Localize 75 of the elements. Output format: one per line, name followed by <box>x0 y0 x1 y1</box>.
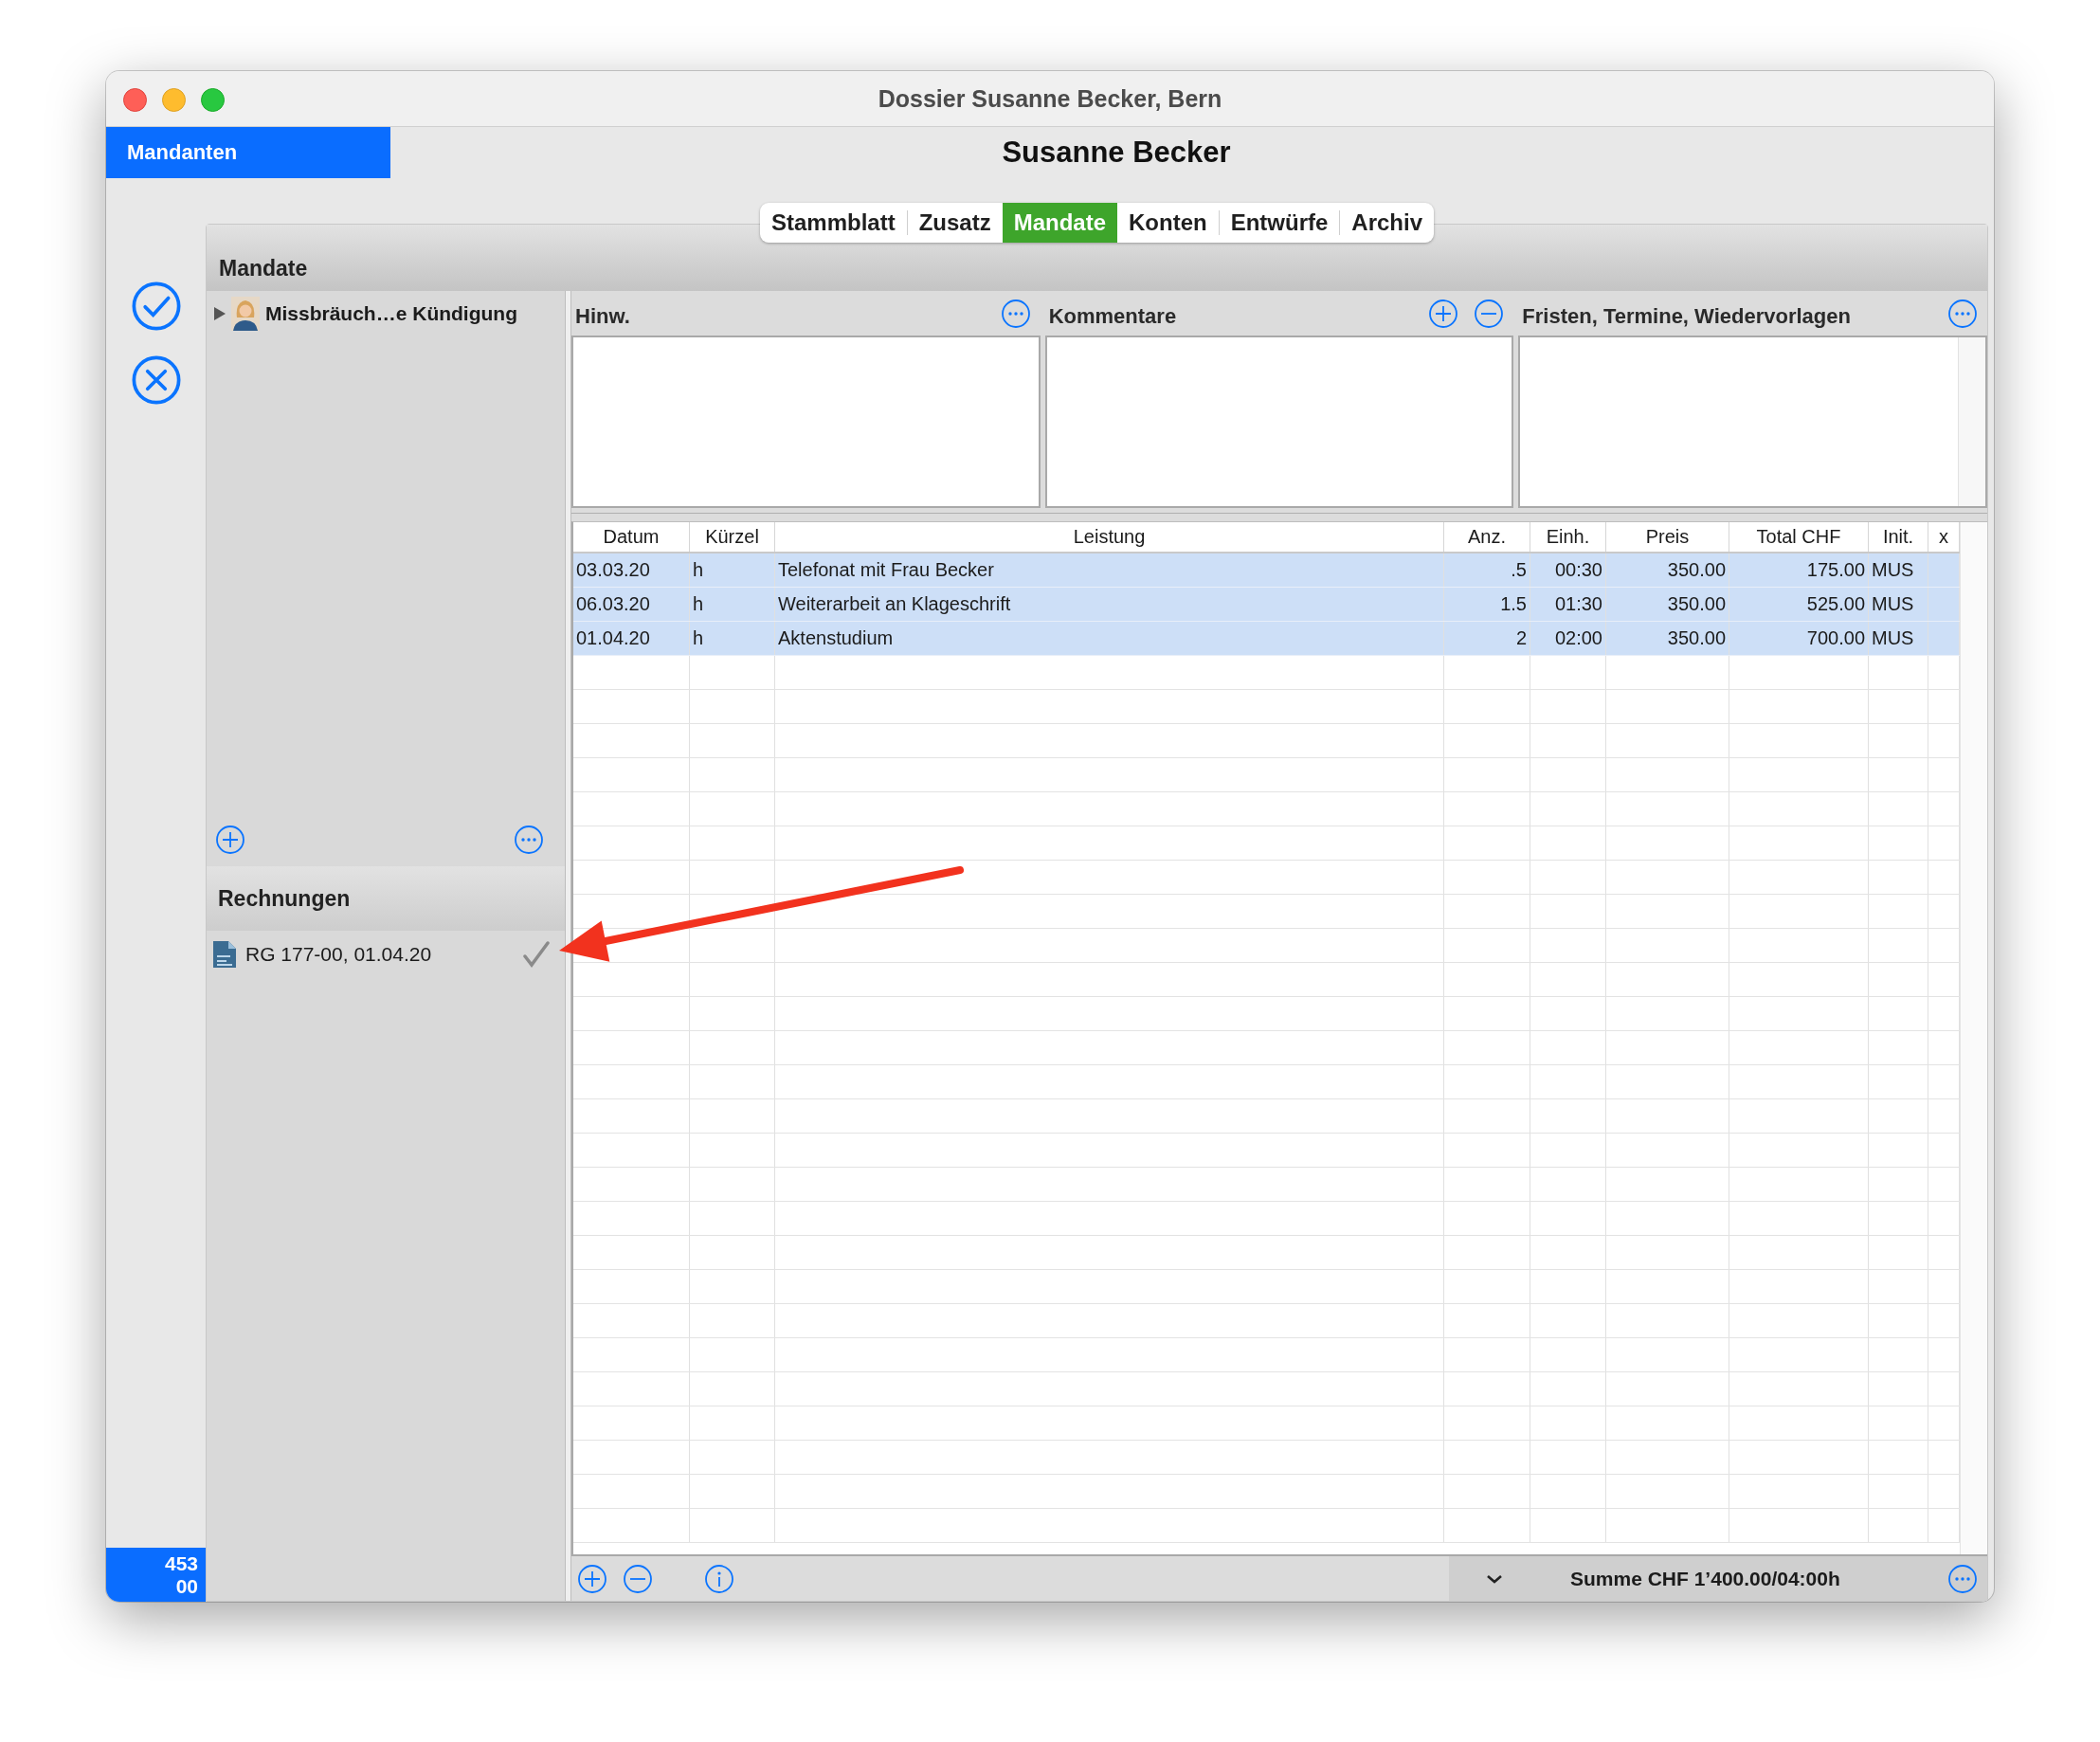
table-cell: 01:30 <box>1554 593 1602 614</box>
avatar-icon <box>231 297 260 331</box>
table-cell: Weiterarbeit an Klageschrift <box>778 593 1011 614</box>
table-cell: Aktenstudium <box>778 627 894 648</box>
notes-title: Fristen, Termine, Wiedervorlagen <box>1522 302 1851 329</box>
tab[interactable]: Konten <box>1117 203 1219 243</box>
table-cell: Telefonat mit Frau Becker <box>778 559 994 580</box>
table-cell: 00:30 <box>1554 559 1602 580</box>
column-header[interactable]: Preis <box>1606 522 1729 552</box>
nav-button[interactable]: Mandanten <box>106 127 390 178</box>
add-icon[interactable] <box>577 1563 607 1594</box>
column-header[interactable]: Datum <box>573 522 690 552</box>
more-icon[interactable] <box>1947 1563 1978 1594</box>
splitter[interactable] <box>565 291 571 1601</box>
table-cell: MUS <box>1872 593 1914 614</box>
tab[interactable]: Stammblatt <box>759 203 907 243</box>
section-title: Mandate <box>219 256 308 281</box>
table-cell: 700.00 <box>1806 627 1865 648</box>
notes-field[interactable] <box>1044 336 1514 508</box>
add-icon[interactable] <box>215 824 245 855</box>
tab[interactable]: Entwürfe <box>1219 203 1340 243</box>
table-cell: MUS <box>1872 559 1914 580</box>
notes-title: Kommentare <box>1048 302 1177 329</box>
notes-field[interactable] <box>1518 336 1987 508</box>
table-cell: h <box>693 593 704 614</box>
table-cell: 01.04.20 <box>576 627 650 648</box>
table-cell: 06.03.20 <box>576 593 650 614</box>
chevron-down-icon[interactable] <box>1485 1572 1504 1585</box>
invoice-item[interactable]: RG 177-00, 01.04.20 <box>207 931 565 978</box>
table-cell: 350.00 <box>1667 627 1726 648</box>
more-icon[interactable] <box>514 824 544 855</box>
zoom-window-button[interactable] <box>201 88 225 112</box>
disclosure-icon[interactable] <box>214 307 226 320</box>
table-cell: 02:00 <box>1554 627 1602 648</box>
more-icon[interactable] <box>1000 298 1031 329</box>
notes-title: Hinw. <box>575 302 630 329</box>
mandate-item[interactable]: Missbräuch…e Kündigung <box>207 291 565 336</box>
column-header[interactable]: Einh. <box>1530 522 1606 552</box>
table-cell: 350.00 <box>1667 559 1726 580</box>
table-cell: MUS <box>1872 627 1914 648</box>
client-name: Susanne Becker <box>1001 136 1232 170</box>
table-cell: 1.5 <box>1500 593 1527 614</box>
table-cell: 03.03.20 <box>576 559 650 580</box>
column-header[interactable]: Total CHF <box>1729 522 1869 552</box>
column-header[interactable]: Anz. <box>1444 522 1530 552</box>
tab[interactable]: Archiv <box>1340 203 1435 243</box>
table-row[interactable]: 06.03.20 h Weiterarbeit an Klageschrift 1.5 01:30 350.00 525.00 MUS <box>573 588 1960 622</box>
table-cell: .5 <box>1511 559 1527 580</box>
record-counter: 453 00 <box>106 1548 206 1602</box>
more-icon[interactable] <box>1947 298 1978 329</box>
minimize-window-button[interactable] <box>162 88 186 112</box>
column-header[interactable]: Leistung <box>775 522 1444 552</box>
tab[interactable]: Zusatz <box>907 203 1003 243</box>
info-icon[interactable] <box>704 1563 734 1594</box>
notes-field[interactable] <box>571 336 1041 508</box>
table-cell: 350.00 <box>1667 593 1726 614</box>
table-cell: 525.00 <box>1806 593 1865 614</box>
table-cell: h <box>693 627 704 648</box>
column-header[interactable]: Kürzel <box>690 522 775 552</box>
table-row[interactable]: 03.03.20 h Telefonat mit Frau Becker .5 00:30 350.00 175.00 MUS <box>573 553 1960 588</box>
table-row[interactable]: 01.04.20 h Aktenstudium 2 02:00 350.00 700.00 MUS <box>573 622 1960 656</box>
close-window-button[interactable] <box>123 88 147 112</box>
close-icon[interactable] <box>130 354 182 406</box>
add-icon[interactable] <box>1428 298 1459 329</box>
table-cell: h <box>693 559 704 580</box>
check-icon[interactable] <box>130 281 182 332</box>
window-title: Dossier Susanne Becker, Bern <box>878 84 1222 113</box>
document-icon <box>211 939 238 970</box>
summary-text: Summe CHF 1’400.00/04:00h <box>1569 1567 1841 1590</box>
remove-icon[interactable] <box>623 1563 653 1594</box>
column-header[interactable]: Init. <box>1869 522 1928 552</box>
table-cell: 175.00 <box>1806 559 1865 580</box>
remove-icon[interactable] <box>1474 298 1505 329</box>
section-title: Rechnungen <box>218 885 351 912</box>
table-cell: 2 <box>1515 627 1527 648</box>
